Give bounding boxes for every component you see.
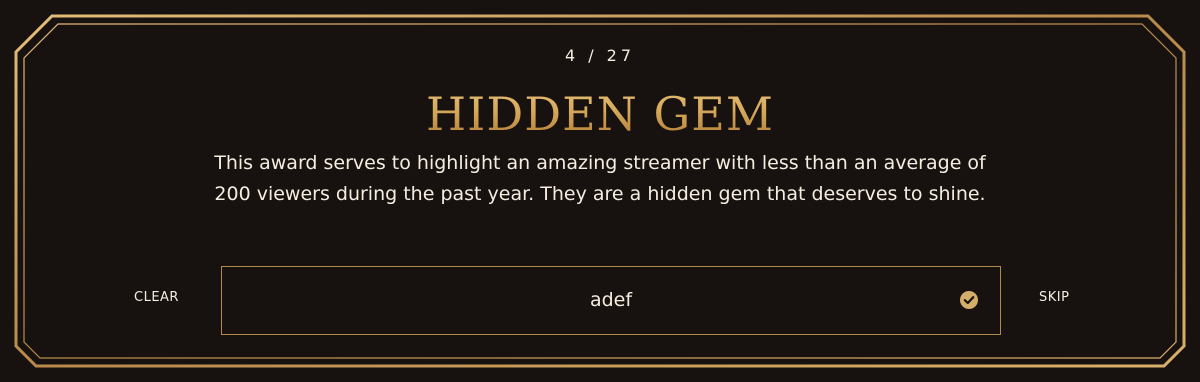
skip-button[interactable]: SKIP (1039, 290, 1069, 305)
check-circle-icon (960, 291, 978, 309)
award-title: HIDDEN GEM (0, 82, 1200, 146)
award-description: This award serves to highlight an amazin… (214, 152, 986, 205)
vote-input[interactable]: adef (221, 266, 1001, 335)
award-content: 4 / 27 HIDDEN GEM This award serves to h… (0, 0, 1200, 382)
award-counter: 4 / 27 (564, 46, 636, 65)
vote-value: adef (589, 289, 633, 311)
clear-button[interactable]: CLEAR (134, 290, 179, 305)
award-card: 4 / 27 HIDDEN GEM This award serves to h… (0, 0, 1200, 382)
